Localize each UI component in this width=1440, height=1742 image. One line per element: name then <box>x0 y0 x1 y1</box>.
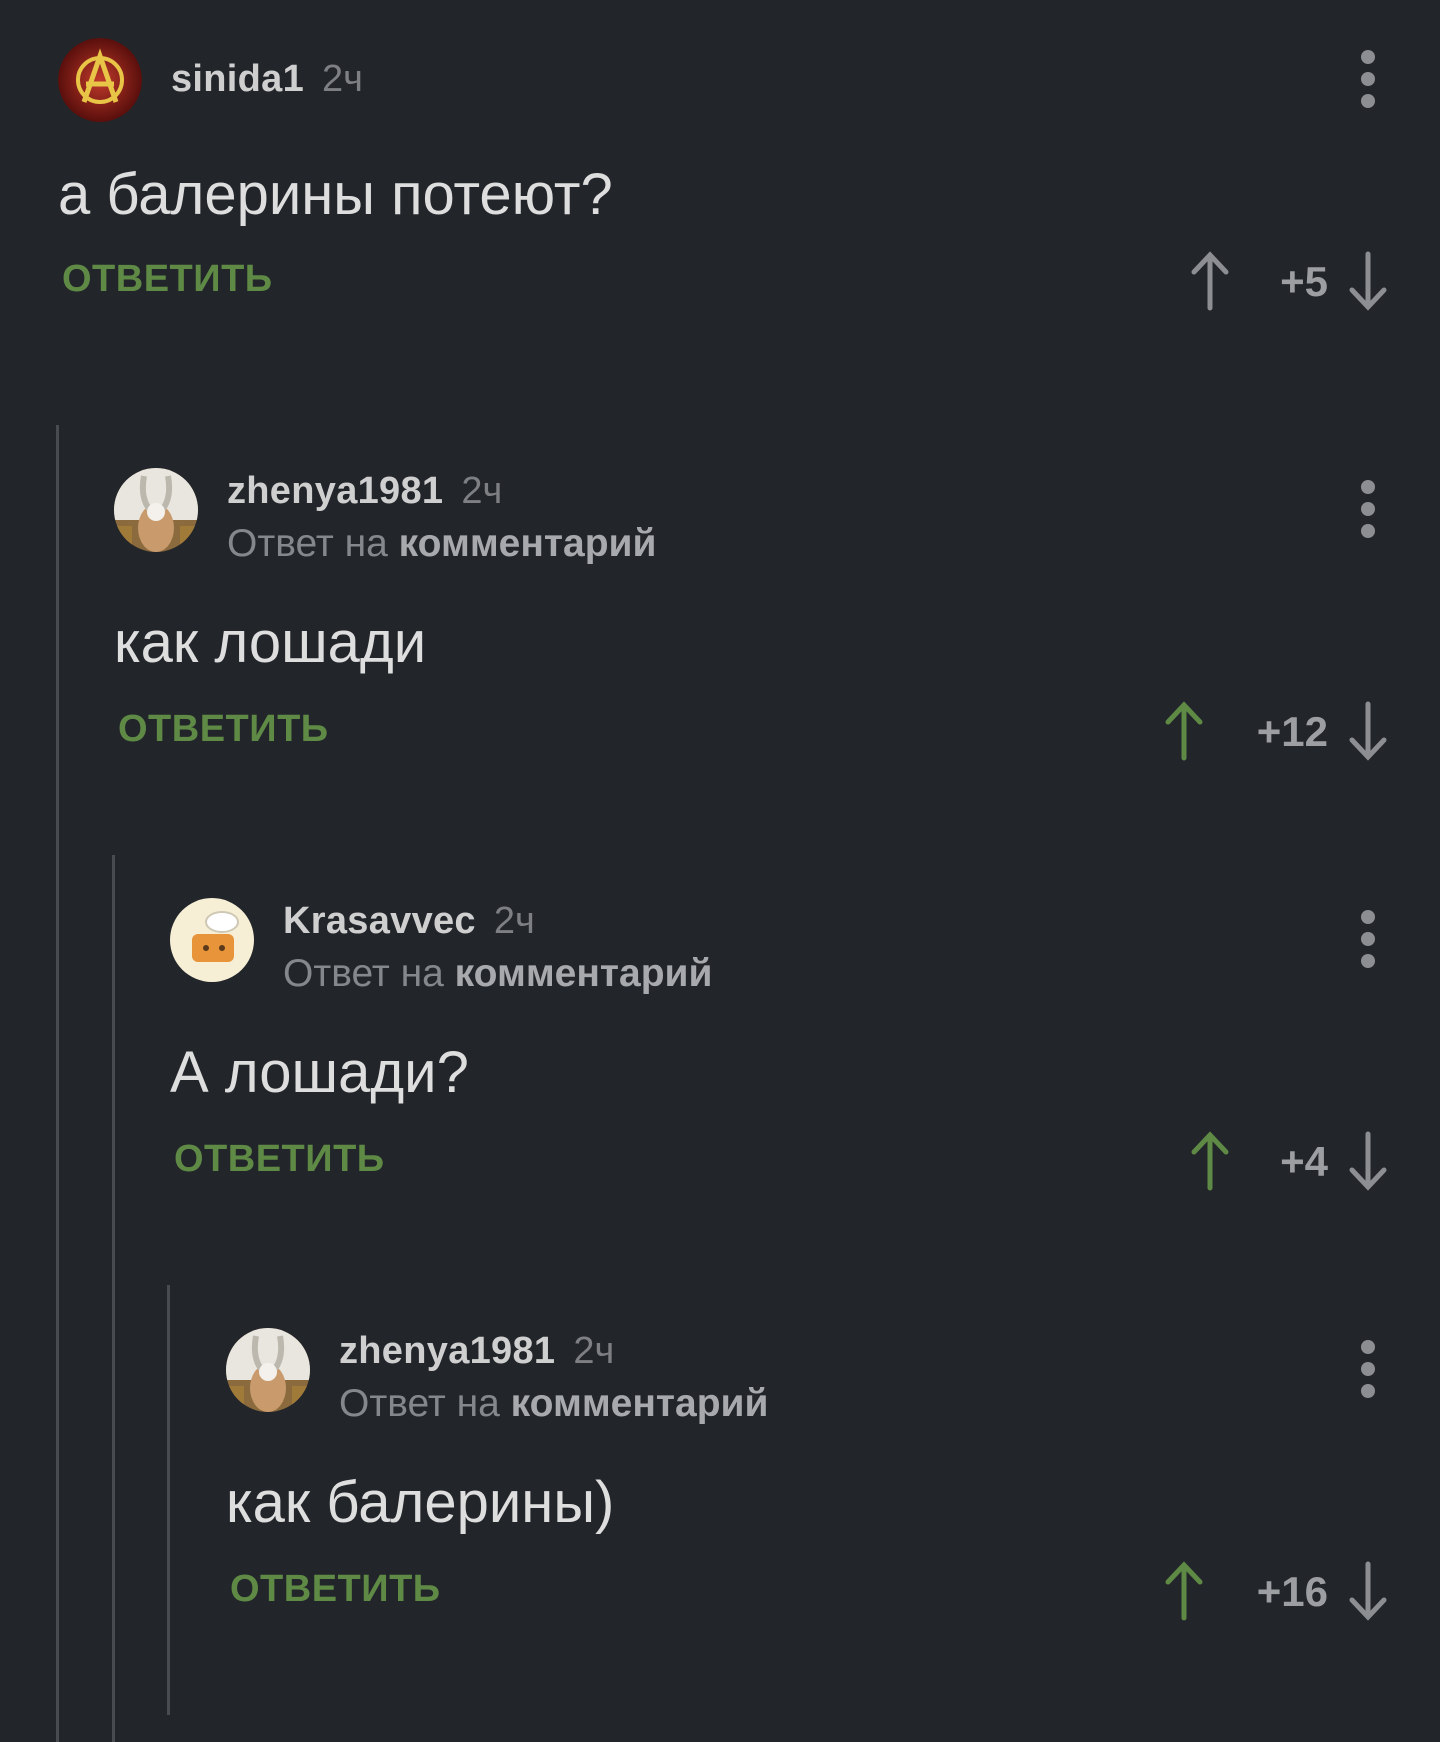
reply-to-prefix: Ответ на <box>283 952 444 995</box>
reply-to-link[interactable]: комментарий <box>455 952 713 995</box>
comment-actions: ОТВЕТИТЬ +12 <box>114 700 1440 764</box>
arrow-down-icon[interactable] <box>1346 700 1390 762</box>
vertical-dots-icon[interactable] <box>1360 480 1376 540</box>
comment-actions: ОТВЕТИТЬ +4 <box>170 1130 1440 1194</box>
comment-text: как балерины) <box>226 1470 615 1535</box>
avatar[interactable] <box>170 898 254 982</box>
avatar[interactable] <box>226 1328 310 1412</box>
thread-line-level-2 <box>112 855 115 1742</box>
rabbit-icon <box>226 1328 310 1412</box>
comment: zhenya1981 2ч Ответ на комментарий как ло… <box>114 468 1440 764</box>
username[interactable]: zhenya1981 <box>227 470 443 512</box>
comment-meta: sinida1 2ч <box>171 56 363 102</box>
reply-button[interactable]: ОТВЕТИТЬ <box>62 258 273 301</box>
reply-to: Ответ на комментарий <box>339 1374 768 1434</box>
comment-text: как лошади <box>114 610 427 675</box>
vote-score: +16 <box>1256 1568 1328 1615</box>
arrow-down-icon[interactable] <box>1346 1560 1390 1622</box>
reply-button[interactable]: ОТВЕТИТЬ <box>174 1138 385 1181</box>
reply-to-prefix: Ответ на <box>339 1382 500 1425</box>
comment-text: А лошади? <box>170 1040 469 1105</box>
timestamp: 2ч <box>461 470 503 512</box>
username[interactable]: zhenya1981 <box>339 1330 555 1372</box>
arrow-up-icon[interactable] <box>1188 250 1232 312</box>
arrow-up-icon[interactable] <box>1162 1560 1206 1622</box>
reply-to: Ответ на комментарий <box>283 944 712 1004</box>
comment: Krasavvec 2ч Ответ на комментарий А лошад… <box>170 898 1440 1194</box>
comment-header: zhenya1981 2ч Ответ на комментарий <box>114 468 1440 568</box>
comment: sinida1 2ч а балерины потеют? ОТВЕТИТЬ +5 <box>58 38 1440 314</box>
comment-header: Krasavvec 2ч Ответ на комментарий <box>170 898 1440 998</box>
vote-control: +5 <box>1160 250 1390 314</box>
comment-header: sinida1 2ч <box>58 38 1440 128</box>
username[interactable]: Krasavvec <box>283 900 476 942</box>
comment: zhenya1981 2ч Ответ на комментарий как ба… <box>226 1328 1440 1624</box>
vote-score: +12 <box>1256 708 1328 755</box>
comment-meta: zhenya1981 2ч Ответ на комментарий <box>227 468 656 574</box>
avatar[interactable] <box>58 38 142 122</box>
vote-control: +16 <box>1140 1560 1390 1624</box>
vote-control: +12 <box>1140 700 1390 764</box>
vertical-dots-icon[interactable] <box>1360 50 1376 110</box>
rabbit-icon <box>114 468 198 552</box>
reply-to-prefix: Ответ на <box>227 522 388 565</box>
timestamp: 2ч <box>322 58 363 100</box>
arrow-down-icon[interactable] <box>1346 250 1390 312</box>
vertical-dots-icon[interactable] <box>1360 1340 1376 1400</box>
vote-score: +4 <box>1280 1138 1328 1185</box>
vote-score: +5 <box>1280 258 1328 305</box>
vote-control: +4 <box>1160 1130 1390 1194</box>
comment-text: а балерины потеют? <box>58 162 613 227</box>
reply-to-link[interactable]: комментарий <box>511 1382 769 1425</box>
timestamp: 2ч <box>493 900 535 942</box>
username[interactable]: sinida1 <box>171 58 304 100</box>
anarchy-icon <box>58 38 142 122</box>
reply-to-link[interactable]: комментарий <box>399 522 657 565</box>
comment-actions: ОТВЕТИТЬ +16 <box>226 1560 1440 1624</box>
arrow-up-icon[interactable] <box>1162 700 1206 762</box>
comment-actions: ОТВЕТИТЬ +5 <box>58 250 1440 314</box>
thread-line-level-3 <box>167 1285 170 1715</box>
vertical-dots-icon[interactable] <box>1360 910 1376 970</box>
comment-meta: Krasavvec 2ч Ответ на комментарий <box>283 898 712 1004</box>
thread-line-level-1 <box>56 425 59 1742</box>
reply-to: Ответ на комментарий <box>227 514 656 574</box>
cartoon-face-icon <box>170 898 254 982</box>
arrow-down-icon[interactable] <box>1346 1130 1390 1192</box>
comment-header: zhenya1981 2ч Ответ на комментарий <box>226 1328 1440 1428</box>
comment-meta: zhenya1981 2ч Ответ на комментарий <box>339 1328 768 1434</box>
timestamp: 2ч <box>573 1330 615 1372</box>
reply-button[interactable]: ОТВЕТИТЬ <box>118 708 329 751</box>
avatar[interactable] <box>114 468 198 552</box>
arrow-up-icon[interactable] <box>1188 1130 1232 1192</box>
reply-button[interactable]: ОТВЕТИТЬ <box>230 1568 441 1611</box>
